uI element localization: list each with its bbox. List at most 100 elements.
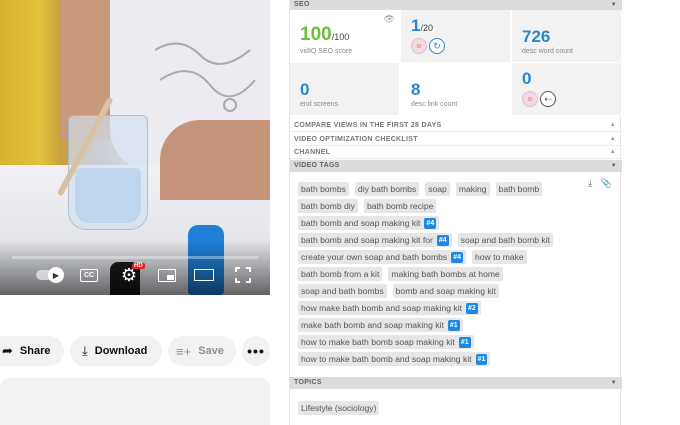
tag-chip[interactable]: bath bomb and soap making kit for #4 [298,233,452,247]
share-icon: ➦ [2,343,13,358]
tag-chip[interactable]: how to make [471,250,527,264]
tag-chip[interactable]: soap and bath bombs [298,284,387,298]
tag-chip[interactable]: bath bomb diy [298,199,358,213]
compare-views-header[interactable]: COMPARE VIEWS IN THE FIRST 28 DAYS ▲ [290,119,622,132]
tag-text: how make bath bomb and soap making kit [301,303,462,313]
tag-chip[interactable]: soap [425,182,450,196]
card-link-icon[interactable]: ⇠ [540,91,556,107]
tag-row: bath bomb and soap making kit #4 [298,216,612,230]
tag-text: bath bomb diy [301,201,355,211]
tag-text: create your own soap and bath bombs [301,252,448,262]
hd-badge: HD [132,263,145,269]
add-to-playlist-icon: ≡+ [176,343,192,359]
captions-button[interactable]: CC [78,262,100,288]
tag-chip[interactable]: diy bath bombs [354,182,420,196]
seo-score-value: 100/100 [300,24,350,45]
video-tags-list: bath bombs diy bath bombs soap making bath b… [298,182,612,369]
tag-chip[interactable]: how to make bath bomb soap making kit #1 [298,335,474,349]
desc-link-count-value: 8 [411,80,421,99]
tag-rank-badge: #4 [436,234,449,246]
progress-bar[interactable] [12,256,258,259]
miniplayer-button[interactable] [156,262,178,288]
tag-text: bath bomb [498,184,540,194]
tag-chip[interactable]: making [455,182,490,196]
tag-text: how to make [474,252,524,262]
end-screens-value: 0 [300,80,310,99]
tag-chip[interactable]: make bath bomb and soap making kit #1 [298,318,463,332]
tag-row: bath bomb diy bath bomb recipe [298,199,612,213]
tag-chip[interactable]: bath bomb from a kit [298,267,383,281]
tag-chip[interactable]: bomb and soap making kit [392,284,499,298]
tag-chip[interactable]: bath bomb recipe [363,199,437,213]
collapse-caret-icon: ▼ [610,2,617,8]
rank-value: 1/20 [411,16,433,35]
tag-text: bath bomb from a kit [301,269,380,279]
topics-header[interactable]: TOPICS ▼ [290,377,622,389]
description-box[interactable] [0,378,270,425]
video-frame-hand [160,120,270,200]
tag-chip[interactable]: create your own soap and bath bombs #4 [298,250,466,264]
tag-row: bath bombs diy bath bombs soap making bath b… [298,182,612,196]
channel-avatar-icon: ☺ [522,91,538,107]
tag-row: soap and bath bombs bomb and soap making … [298,284,612,298]
eye-icon[interactable]: 👁 [384,14,395,25]
tag-rank-badge: #2 [466,302,478,314]
optimization-checklist-header[interactable]: VIDEO OPTIMIZATION CHECKLIST ▲ [290,133,622,146]
tag-chip[interactable]: how to make bath bomb and soap making ki… [298,352,491,366]
theater-mode-icon [194,269,214,281]
more-actions-button[interactable]: ••• [242,336,270,366]
theater-mode-button[interactable] [192,262,216,288]
tag-text: bath bomb and soap making kit [301,218,421,228]
tag-chip[interactable]: bath bombs [298,182,349,196]
expand-caret-icon: ▲ [609,136,616,142]
tag-chip[interactable]: soap and bath bomb kit [457,233,553,247]
end-screens-cell: 0 end screens [290,63,400,116]
rank-cell: 1/20 ☺ ↻ [401,10,511,63]
autoplay-toggle-icon: ▶ [48,267,64,283]
tag-text: soap and bath bombs [301,286,384,296]
tag-rank-badge: #4 [451,251,463,263]
tag-text: bath bombs [301,184,346,194]
channel-header[interactable]: CHANNEL ▲ [290,146,622,159]
topic-chip[interactable]: Lifestyle (sociology) [298,401,380,415]
tag-chip[interactable]: making bath bombs at home [388,267,503,281]
video-player[interactable]: ▶ CC ⚙ HD [0,0,270,295]
tag-text: bath bomb recipe [366,201,434,211]
save-button[interactable]: ≡+ Save [168,336,236,366]
desc-word-count-cell: 726 desc word count [512,10,622,63]
video-tags-header[interactable]: VIDEO TAGS ▼ [290,160,622,172]
desc-word-count-caption: desc word count [522,48,573,55]
seo-score-caption: vidIQ SEO score [300,48,353,55]
expand-caret-icon: ▲ [609,122,616,128]
vidiq-panel: SEO ▼ 👁 100/100 vidIQ SEO score 1/20 ☺ ↻… [289,0,622,425]
refresh-cycle-icon[interactable]: ↻ [429,38,445,54]
tag-chip[interactable]: how make bath bomb and soap making kit #2 [298,301,481,315]
tag-text: make bath bomb and soap making kit [301,320,444,330]
tag-text: soap and bath bomb kit [460,235,550,245]
fullscreen-button[interactable] [232,262,254,288]
tag-chip[interactable]: bath bomb and soap making kit #4 [298,216,440,230]
channel-avatar-icon: ☺ [411,38,427,54]
fullscreen-icon [235,267,251,283]
download-button[interactable]: ⤓ Download [70,336,162,366]
tag-text: soap [428,184,447,194]
collapse-caret-icon: ▼ [610,380,617,386]
tag-text: making [458,184,487,194]
video-actions: ➦ Share ⤓ Download ≡+ Save ••• [0,336,270,366]
end-screens-caption: end screens [300,101,339,108]
seo-score-cell: 👁 100/100 vidIQ SEO score [290,10,400,63]
tag-text: bomb and soap making kit [395,286,496,296]
seo-metrics-grid: 👁 100/100 vidIQ SEO score 1/20 ☺ ↻ 726 d… [290,10,622,116]
autoplay-toggle[interactable]: ▶ [34,262,64,288]
more-icon: ••• [247,343,265,359]
share-button[interactable]: ➦ Share [0,336,64,366]
tag-text: bath bomb and soap making kit for [301,235,433,245]
video-frame-shirt-pattern [154,42,256,112]
video-frame-cup [68,115,148,230]
settings-button[interactable]: ⚙ HD [116,262,145,288]
desc-word-count-value: 726 [522,27,551,46]
tag-chip[interactable]: bath bomb [495,182,543,196]
seo-section-header[interactable]: SEO ▼ [290,0,622,10]
download-icon: ⤓ [82,343,88,358]
tag-row: create your own soap and bath bombs #4 how… [298,250,612,264]
